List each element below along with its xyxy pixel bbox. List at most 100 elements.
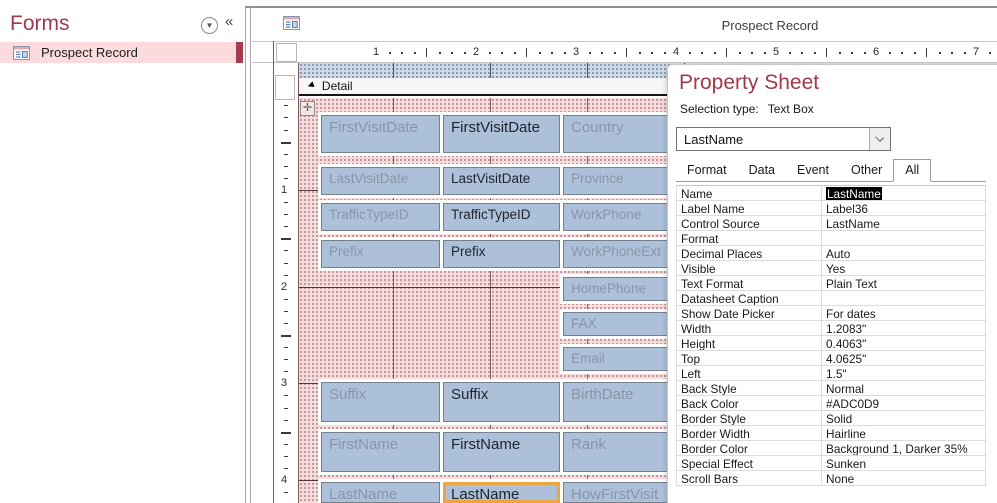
property-value-cell[interactable]: Label36 xyxy=(822,201,986,215)
grid-inch-mark xyxy=(393,63,394,78)
property-value-cell[interactable]: 4.0625" xyxy=(822,351,986,365)
move-handle-icon[interactable]: ✛ xyxy=(300,101,315,116)
form-textbox[interactable]: FirstName xyxy=(443,432,560,472)
form-label-box[interactable]: HomePhone xyxy=(563,277,680,301)
property-value-cell[interactable]: LastName xyxy=(822,186,986,200)
property-row: Text Format Plain Text xyxy=(677,276,986,291)
ruler-tick xyxy=(284,371,288,373)
ruler-tick xyxy=(813,52,816,54)
ruler-tick xyxy=(284,214,288,216)
ruler-tick xyxy=(284,226,288,228)
ruler-tick xyxy=(526,48,527,57)
property-value-cell[interactable]: 1.2083" xyxy=(822,321,986,335)
ruler-tick xyxy=(713,52,716,54)
property-sheet-title: Property Sheet xyxy=(679,71,820,94)
property-row: Name LastName xyxy=(677,186,986,201)
ruler-corner-box xyxy=(276,43,297,62)
control-selector-combo[interactable]: LastName xyxy=(676,127,891,151)
property-row: Left 1.5" xyxy=(677,366,986,381)
section-selector-box[interactable] xyxy=(275,75,295,100)
document-left-border xyxy=(273,41,274,503)
document-tab-bar: Prospect Record xyxy=(252,8,997,41)
property-value-cell[interactable]: Hairline xyxy=(822,426,986,440)
property-value-cell[interactable]: Solid xyxy=(822,411,986,425)
nav-item-prospect-record[interactable]: Prospect Record xyxy=(0,42,243,63)
ruler-tick xyxy=(863,52,866,54)
form-label-box[interactable]: WorkPhone xyxy=(563,203,680,231)
nav-collapse-button[interactable]: « xyxy=(225,13,233,30)
form-textbox[interactable]: LastName xyxy=(443,482,560,503)
property-value-cell[interactable] xyxy=(822,291,986,305)
form-label-box[interactable]: FirstName xyxy=(321,432,440,472)
nav-splitter[interactable] xyxy=(245,7,246,503)
form-label-box[interactable]: LastVisitDate xyxy=(321,167,440,195)
property-value-cell[interactable]: Normal xyxy=(822,381,986,395)
property-name-cell: Show Date Picker xyxy=(677,306,822,320)
form-textbox[interactable]: TrafficTypeID xyxy=(443,203,560,231)
property-tab-all[interactable]: All xyxy=(893,159,932,182)
form-label-box[interactable]: Email xyxy=(563,347,680,371)
property-value-cell[interactable]: Auto xyxy=(822,246,986,260)
ruler-tick xyxy=(601,52,603,54)
section-arrow-icon: ◄ xyxy=(304,78,318,93)
form-label-box[interactable]: TrafficTypeID xyxy=(321,203,440,231)
property-tab-data[interactable]: Data xyxy=(738,160,786,181)
property-value-cell[interactable] xyxy=(822,231,986,245)
form-label-box[interactable]: Province xyxy=(563,167,680,195)
property-value-cell[interactable]: Background 1, Darker 35% xyxy=(822,441,986,455)
form-textbox[interactable]: LastVisitDate xyxy=(443,167,560,195)
chevron-down-icon[interactable] xyxy=(869,128,890,150)
property-value-cell[interactable]: Sunken xyxy=(822,456,986,470)
property-value-cell[interactable]: For dates xyxy=(822,306,986,320)
property-row: Decimal Places Auto xyxy=(677,246,986,261)
form-label-box[interactable]: FAX xyxy=(563,312,680,336)
form-textbox[interactable]: FirstVisitDate xyxy=(443,115,560,153)
ruler-tick xyxy=(926,48,927,57)
form-textbox[interactable]: Suffix xyxy=(443,382,560,422)
form-label-box[interactable]: LastName xyxy=(321,482,440,503)
property-tab-other[interactable]: Other xyxy=(840,160,893,181)
form-label-box[interactable]: Country xyxy=(563,115,680,153)
document-tab-title[interactable]: Prospect Record xyxy=(650,18,890,33)
property-row: Top 4.0625" xyxy=(677,351,986,366)
property-name-cell: Special Effect xyxy=(677,456,822,470)
ruler-number: 1 xyxy=(372,46,380,58)
property-value-cell[interactable]: LastName xyxy=(822,216,986,230)
form-label-box[interactable]: Suffix xyxy=(321,382,440,422)
property-value-cell[interactable]: Yes xyxy=(822,261,986,275)
property-value-cell[interactable]: None xyxy=(822,471,986,485)
ruler-number: 6 xyxy=(872,46,880,58)
ruler-tick xyxy=(438,52,441,54)
property-row: Scroll Bars None xyxy=(677,471,986,486)
form-label-box[interactable]: FirstVisitDate xyxy=(321,115,440,153)
property-name-cell: Border Width xyxy=(677,426,822,440)
nav-menu-button[interactable]: ▼ xyxy=(201,17,218,34)
ruler-tick xyxy=(284,492,288,494)
combo-value: LastName xyxy=(684,132,744,147)
property-value-cell[interactable]: 1.5" xyxy=(822,366,986,380)
ruler-tick xyxy=(281,238,291,241)
form-label-box[interactable]: WorkPhoneExt xyxy=(563,240,680,268)
property-value-cell[interactable]: #ADC0D9 xyxy=(822,396,986,410)
property-tab-event[interactable]: Event xyxy=(786,160,840,181)
horizontal-ruler: 1 2 3 4 5 6 7 xyxy=(276,43,997,62)
form-textbox[interactable]: Prefix xyxy=(443,240,560,268)
ruler-tick xyxy=(613,52,616,54)
property-value-cell[interactable]: Plain Text xyxy=(822,276,986,290)
ruler-tick xyxy=(663,52,666,54)
form-label-box[interactable]: Rank xyxy=(563,432,680,472)
ruler-tick xyxy=(701,52,703,54)
property-value-cell[interactable]: 0.4063" xyxy=(822,336,986,350)
ruler-tick xyxy=(501,52,503,54)
property-row: Width 1.2083" xyxy=(677,321,986,336)
form-label-box[interactable]: BirthDate xyxy=(563,382,680,422)
property-row: Visible Yes xyxy=(677,261,986,276)
property-row: Height 0.4063" xyxy=(677,336,986,351)
ruler-tick xyxy=(284,347,288,349)
form-label-box[interactable]: Prefix xyxy=(321,240,440,268)
form-label-box[interactable]: HowFirstVisit xyxy=(563,482,680,503)
property-tab-format[interactable]: Format xyxy=(676,160,738,181)
ruler-tick xyxy=(751,52,753,54)
property-name-cell: Decimal Places xyxy=(677,246,822,260)
ruler-tick xyxy=(901,52,903,54)
